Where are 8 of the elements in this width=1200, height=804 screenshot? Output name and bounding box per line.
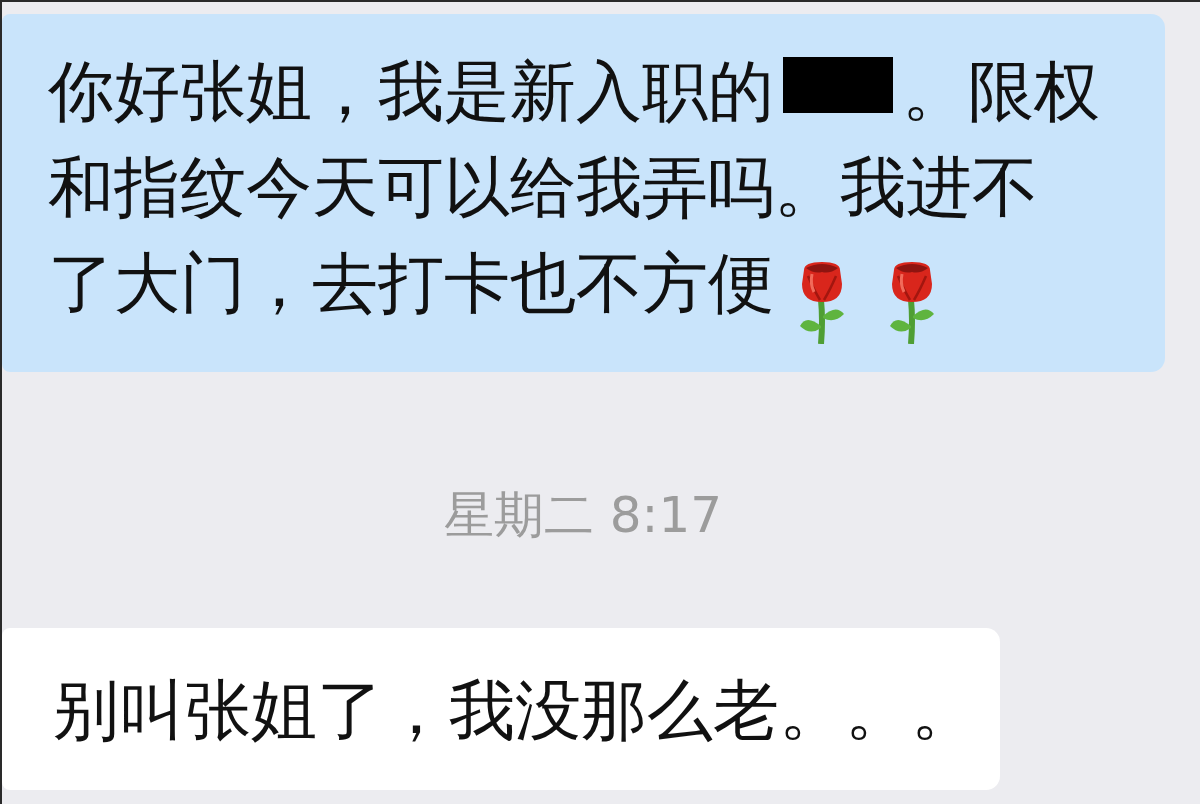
rose-icon bbox=[890, 260, 934, 344]
message-text: 和指纹今天可以给我弄吗。我进不 bbox=[48, 148, 1038, 228]
message-text: 。限权 bbox=[902, 52, 1100, 132]
message-text: 你好张姐，我是新入职的 bbox=[48, 52, 774, 132]
rose-icon bbox=[800, 260, 844, 344]
message-text: 了大门，去打卡也不方便 bbox=[48, 244, 774, 324]
timestamp: 星期二 8:17 bbox=[443, 487, 723, 543]
message-text: 别叫张姐了，我没那么老。。。 bbox=[53, 671, 977, 751]
